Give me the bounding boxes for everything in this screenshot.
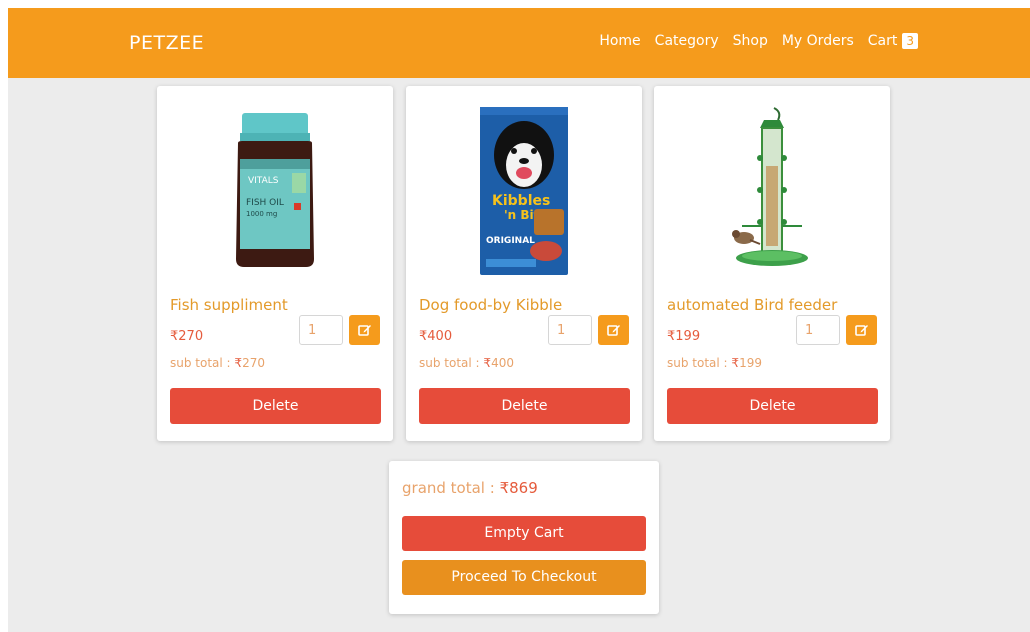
- cart-label: Cart: [867, 33, 898, 49]
- price-value: 270: [178, 329, 204, 344]
- subtotal-label: sub total :: [419, 356, 480, 370]
- product-card: Kibbles 'n Bits ORIGINAL Dog food-by Kib…: [406, 86, 642, 441]
- grand-total-value: 869: [509, 479, 538, 497]
- nav-cart-link[interactable]: Cart 3: [868, 33, 918, 49]
- delete-button[interactable]: Delete: [667, 388, 878, 424]
- delete-button[interactable]: Delete: [419, 388, 630, 424]
- rupee-icon: ₹: [731, 356, 740, 370]
- quantity-input[interactable]: [796, 315, 840, 345]
- product-subtotal: sub total : ₹400: [419, 356, 514, 370]
- cart-count-badge: 3: [902, 33, 918, 49]
- bird-feeder-image: [732, 106, 808, 266]
- update-quantity-button[interactable]: [846, 315, 877, 345]
- svg-text:FISH OIL: FISH OIL: [246, 198, 284, 208]
- proceed-to-checkout-button[interactable]: Proceed To Checkout: [402, 560, 646, 595]
- edit-icon: [854, 325, 868, 336]
- grand-total: grand total : ₹869: [402, 479, 538, 497]
- product-card: VITALS FISH OIL 1000 mg Fish suppliment …: [157, 86, 393, 441]
- update-quantity-button[interactable]: [349, 315, 380, 345]
- product-subtotal: sub total : ₹199: [667, 356, 762, 370]
- rupee-icon: ₹: [234, 356, 243, 370]
- subtotal-label: sub total :: [170, 356, 231, 370]
- price-value: 199: [675, 329, 701, 344]
- rupee-icon: ₹: [499, 479, 510, 497]
- fish-oil-bottle-image: VITALS FISH OIL 1000 mg: [236, 112, 314, 267]
- navbar: PETZEE Home Category Shop My Orders Cart…: [8, 8, 1030, 78]
- product-price: ₹400: [419, 329, 452, 344]
- quantity-input[interactable]: [548, 315, 592, 345]
- svg-text:1000 mg: 1000 mg: [246, 210, 277, 218]
- product-name[interactable]: Fish suppliment: [170, 296, 288, 314]
- product-image: Kibbles 'n Bits ORIGINAL: [406, 98, 642, 283]
- rupee-icon: ₹: [483, 356, 492, 370]
- cart-summary: grand total : ₹869 Empty Cart Proceed To…: [389, 461, 659, 614]
- subtotal-value: 199: [739, 356, 762, 370]
- product-subtotal: sub total : ₹270: [170, 356, 265, 370]
- subtotal-label: sub total :: [667, 356, 728, 370]
- svg-text:ORIGINAL: ORIGINAL: [486, 236, 535, 246]
- nav-links: Home Category Shop My Orders Cart 3: [599, 33, 918, 49]
- edit-icon: [357, 325, 371, 336]
- nav-shop-link[interactable]: Shop: [733, 33, 768, 49]
- update-quantity-button[interactable]: [598, 315, 629, 345]
- nav-my-orders-link[interactable]: My Orders: [782, 33, 854, 49]
- svg-text:VITALS: VITALS: [248, 176, 279, 186]
- product-card: automated Bird feeder ₹199 sub total : ₹…: [654, 86, 890, 441]
- brand-logo[interactable]: PETZEE: [129, 32, 204, 54]
- product-price: ₹270: [170, 329, 203, 344]
- product-name[interactable]: automated Bird feeder: [667, 296, 837, 314]
- subtotal-value: 270: [242, 356, 265, 370]
- nav-home-link[interactable]: Home: [599, 33, 640, 49]
- product-name[interactable]: Dog food-by Kibble: [419, 296, 562, 314]
- product-price: ₹199: [667, 329, 700, 344]
- empty-cart-button[interactable]: Empty Cart: [402, 516, 646, 551]
- delete-button[interactable]: Delete: [170, 388, 381, 424]
- price-value: 400: [427, 329, 453, 344]
- nav-category-link[interactable]: Category: [655, 33, 719, 49]
- dog-food-bag-image: Kibbles 'n Bits ORIGINAL: [480, 106, 568, 275]
- edit-icon: [606, 325, 620, 336]
- product-image: VITALS FISH OIL 1000 mg: [157, 98, 393, 283]
- subtotal-value: 400: [491, 356, 514, 370]
- svg-text:Kibbles: Kibbles: [492, 193, 550, 209]
- product-image: [654, 98, 890, 283]
- quantity-input[interactable]: [299, 315, 343, 345]
- grand-total-label: grand total :: [402, 479, 495, 497]
